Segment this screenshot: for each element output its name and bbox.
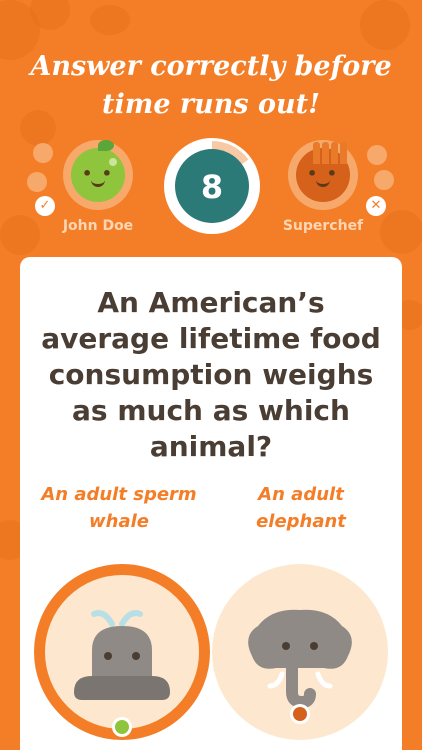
- pick-indicator-pea-icon: [112, 717, 132, 737]
- player-avatar-ring: • •: [63, 140, 133, 210]
- answer-label-whale[interactable]: An adult sperm whale: [34, 481, 204, 535]
- answer-option-elephant[interactable]: [212, 564, 388, 740]
- countdown-timer: 8: [164, 138, 260, 234]
- answer-option-whale[interactable]: [34, 564, 210, 740]
- x-icon: ✕: [366, 196, 386, 216]
- timer-seconds: 8: [201, 168, 223, 206]
- player-name: Superchef: [282, 218, 364, 234]
- player-superchef: • • Superchef: [273, 140, 373, 234]
- round-indicator-dot: [27, 172, 47, 192]
- pea-avatar-icon: • •: [71, 140, 125, 202]
- fries-avatar-icon: • •: [296, 142, 350, 202]
- whale-icon: [74, 610, 170, 700]
- player-name: John Doe: [62, 218, 134, 234]
- pick-indicator-fries-icon: [290, 704, 310, 724]
- round-indicator-dot: [367, 145, 387, 165]
- answer-label-elephant[interactable]: An adult elephant: [216, 481, 386, 535]
- player-avatar-ring: • •: [288, 140, 358, 210]
- question-text: An American’s average lifetime food cons…: [41, 286, 381, 463]
- round-indicator-dot: [374, 170, 394, 190]
- player-john-doe: • • John Doe: [48, 140, 148, 234]
- instruction-headline: Answer correctly before time runs out!: [30, 51, 392, 120]
- question-card: An American’s average lifetime food cons…: [20, 257, 402, 750]
